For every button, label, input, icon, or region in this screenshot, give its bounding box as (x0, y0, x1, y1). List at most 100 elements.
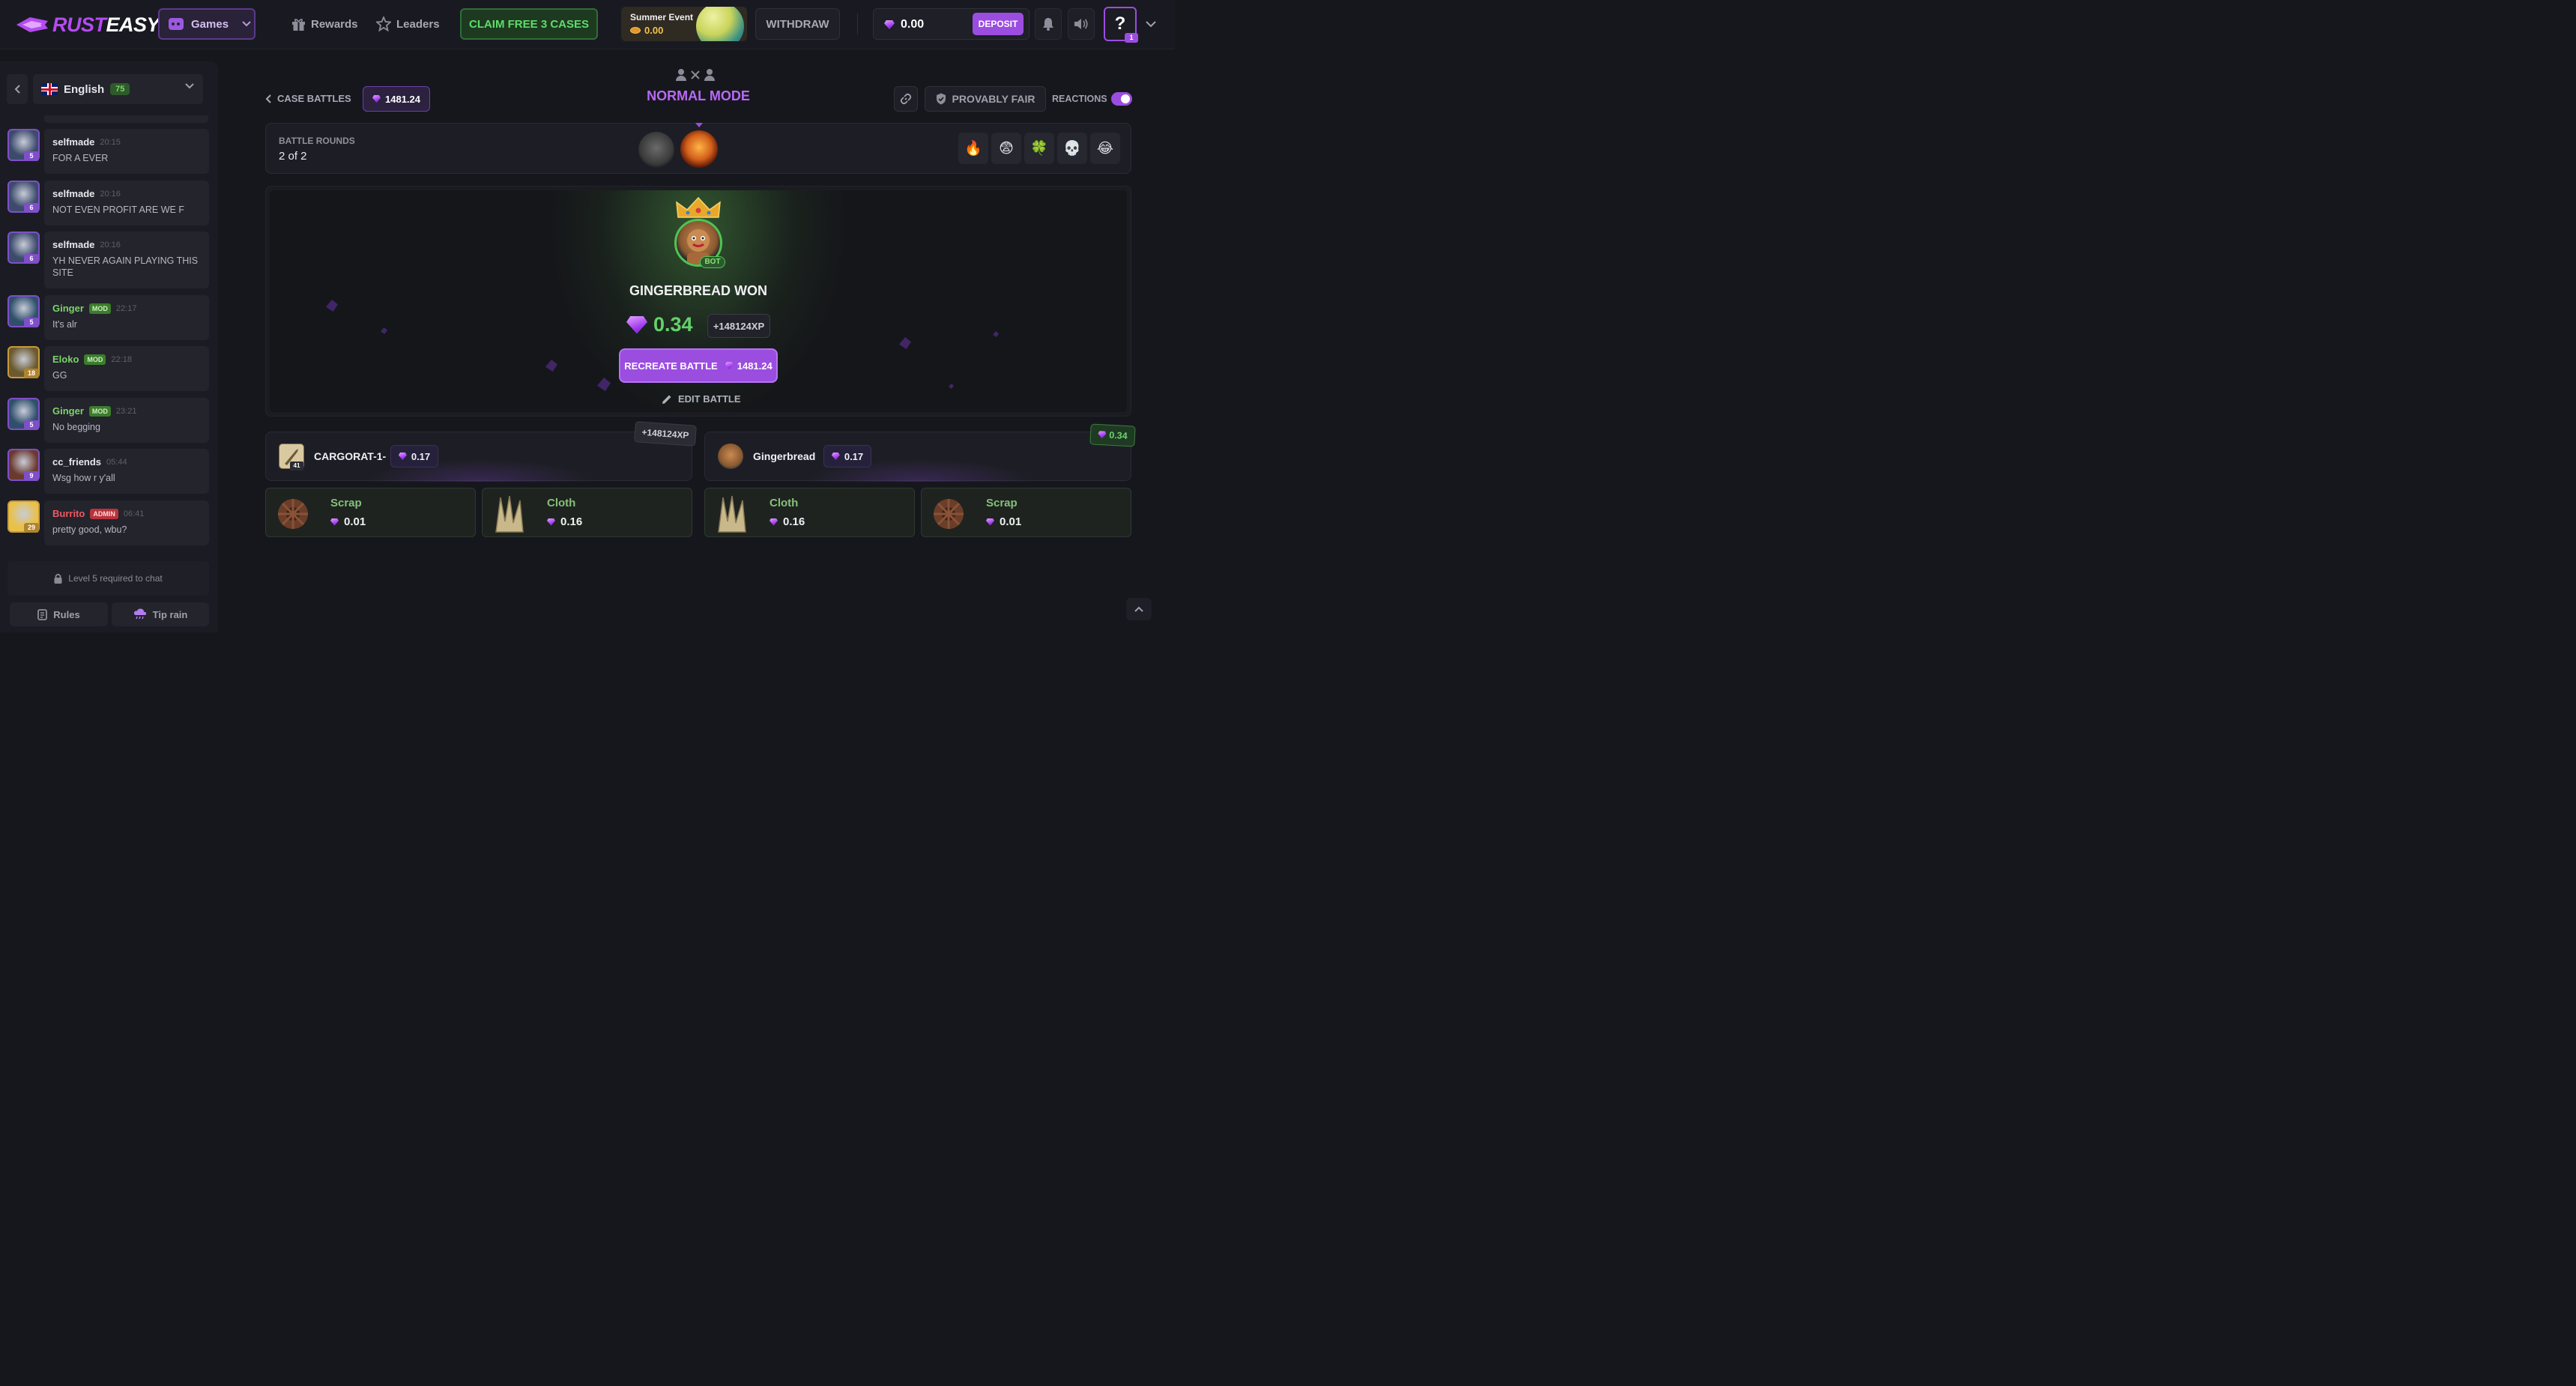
balance-amount: 0.00 (901, 18, 925, 31)
chat-message-text: NOT EVEN PROFIT ARE WE F (52, 205, 184, 215)
rain-cloud-icon (133, 608, 146, 620)
chat-username[interactable]: cc_friends (52, 456, 101, 467)
chat-sidebar: English 75 5 selfmade 20:15 FOR A EVER 6 self… (0, 61, 218, 632)
player-icon (704, 69, 715, 81)
shard-decoration (899, 337, 911, 349)
player-avatar[interactable] (718, 444, 743, 469)
chat-message-header: Eloko MOD 22:18 (52, 354, 201, 365)
summer-event-value: 0.00 (630, 25, 663, 36)
player-total-value: 0.17 (823, 445, 871, 467)
chat-timestamp: 20:16 (100, 240, 121, 249)
edit-battle-button[interactable]: EDIT BATTLE (662, 393, 741, 405)
bell-icon (1043, 18, 1053, 31)
provably-fair-label: PROVABLY FAIR (952, 93, 1035, 105)
battle-price-value: 1481.24 (385, 93, 420, 105)
rules-button[interactable]: Rules (10, 602, 108, 626)
breadcrumb-case-battles[interactable]: CASE BATTLES (265, 93, 351, 104)
chat-locked-text: Level 5 required to chat (68, 573, 163, 584)
recreate-battle-button[interactable]: RECREATE BATTLE 1481.24 (620, 350, 776, 381)
account-menu-toggle[interactable] (1146, 18, 1156, 31)
item-card[interactable]: Cloth 0.16 (482, 488, 692, 537)
item-card[interactable]: Scrap 0.01 (921, 488, 1131, 537)
top-header: RUSTEASY Games Rewards Leaders CLAIM FRE… (0, 0, 1175, 49)
chat-message: 6 selfmade 20:16 NOT EVEN PROFIT ARE WE F (7, 181, 209, 226)
item-value: 0.16 (547, 515, 582, 528)
player-level-badge: 41 (290, 462, 303, 470)
fire-reaction-button[interactable]: 🔥 (958, 133, 988, 164)
shard-decoration (326, 300, 338, 312)
coin-icon (630, 27, 641, 34)
recreate-price: 1481.24 (725, 360, 773, 372)
chat-username[interactable]: selfmade (52, 136, 94, 148)
player-win-amount: 0.34 (1108, 429, 1128, 442)
gem-icon (1098, 431, 1107, 439)
gem-icon (626, 315, 647, 334)
chat-username[interactable]: Burrito (52, 508, 85, 519)
item-card[interactable]: Cloth 0.16 (704, 488, 915, 537)
current-round-pointer (695, 123, 703, 127)
uk-flag-icon (41, 83, 58, 95)
chat-message-text: GG (52, 370, 67, 381)
bot-badge: BOT (700, 256, 725, 268)
summer-event-amount: 0.00 (644, 25, 664, 36)
claim-free-cases-button[interactable]: CLAIM FREE 3 CASES (460, 8, 598, 40)
chat-username[interactable]: selfmade (52, 239, 94, 250)
notifications-button[interactable] (1035, 8, 1062, 40)
battle-rounds-bar: BATTLE ROUNDS 2 of 2 🔥 😨 🍀 💀 😂 (265, 123, 1131, 174)
chat-timestamp: 22:18 (111, 354, 132, 364)
sound-button[interactable] (1068, 8, 1095, 40)
chat-username[interactable]: Ginger (52, 405, 84, 417)
deposit-button[interactable]: DEPOSIT (973, 13, 1024, 35)
chat-bubble: Burrito ADMIN 06:41 pretty good, wbu? (44, 500, 209, 545)
gem-icon (831, 453, 840, 460)
skull-reaction-button[interactable]: 💀 (1057, 133, 1087, 164)
recreate-label: RECREATE BATTLE (624, 360, 718, 372)
rules-label: Rules (53, 608, 80, 620)
clover-reaction-button[interactable]: 🍀 (1024, 133, 1054, 164)
battle-price-badge: 1481.24 (363, 86, 430, 112)
summer-event-card[interactable]: Summer Event 0.00 (621, 7, 747, 41)
chat-bubble: selfmade 20:16 YH NEVER AGAIN PLAYING THIS… (44, 231, 209, 288)
chevron-left-icon (14, 85, 20, 94)
chat-user-level: 6 (24, 254, 39, 264)
breadcrumb-label: CASE BATTLES (277, 93, 351, 104)
chat-message-header: selfmade 20:16 (52, 188, 201, 199)
collapse-chat-button[interactable] (7, 74, 28, 104)
help-button[interactable]: ? 1 (1104, 7, 1138, 43)
nav-leaders[interactable]: Leaders (376, 15, 440, 33)
tip-rain-button[interactable]: Tip rain (112, 602, 209, 626)
games-menu-button[interactable]: Games (158, 8, 256, 40)
crown-icon (676, 196, 721, 218)
pencil-icon (662, 395, 671, 404)
withdraw-button[interactable]: WITHDRAW (755, 8, 840, 40)
chat-timestamp: 20:15 (100, 137, 121, 147)
chat-username[interactable]: Ginger (52, 303, 84, 314)
case-round-2-icon (680, 130, 718, 168)
scroll-to-top-button[interactable] (1126, 598, 1152, 620)
reactions-toggle[interactable] (1111, 92, 1132, 106)
role-badge: MOD (84, 354, 106, 365)
laugh-reaction-button[interactable]: 😂 (1090, 133, 1120, 164)
tip-rain-label: Tip rain (152, 608, 188, 620)
case-round-1-icon (638, 132, 674, 168)
language-select[interactable]: English 75 (33, 74, 203, 104)
provably-fair-button[interactable]: PROVABLY FAIR (925, 86, 1046, 112)
nav-rewards[interactable]: Rewards (291, 15, 358, 33)
player-card-right: Gingerbread 0.17 (704, 432, 1131, 482)
role-badge: MOD (88, 405, 111, 417)
player-avatar[interactable]: 41 (279, 444, 304, 470)
shard-decoration (993, 331, 999, 337)
scrap-item-icon (278, 499, 308, 529)
gem-icon (725, 362, 734, 369)
winnings-amount: 0.34 (626, 313, 693, 336)
balance-value: 0.00 (884, 18, 924, 31)
chat-bubble: Eloko MOD 22:18 GG (44, 346, 209, 391)
scared-reaction-button[interactable]: 😨 (991, 133, 1021, 164)
chat-username[interactable]: Eloko (52, 354, 79, 365)
item-card[interactable]: Scrap 0.01 (265, 488, 476, 537)
chat-user-level: 5 (24, 318, 39, 327)
chat-username[interactable]: selfmade (52, 188, 94, 199)
site-logo[interactable]: RUSTEASY (15, 12, 160, 37)
copy-link-button[interactable] (894, 86, 918, 112)
chat-user-level: 6 (24, 203, 39, 213)
